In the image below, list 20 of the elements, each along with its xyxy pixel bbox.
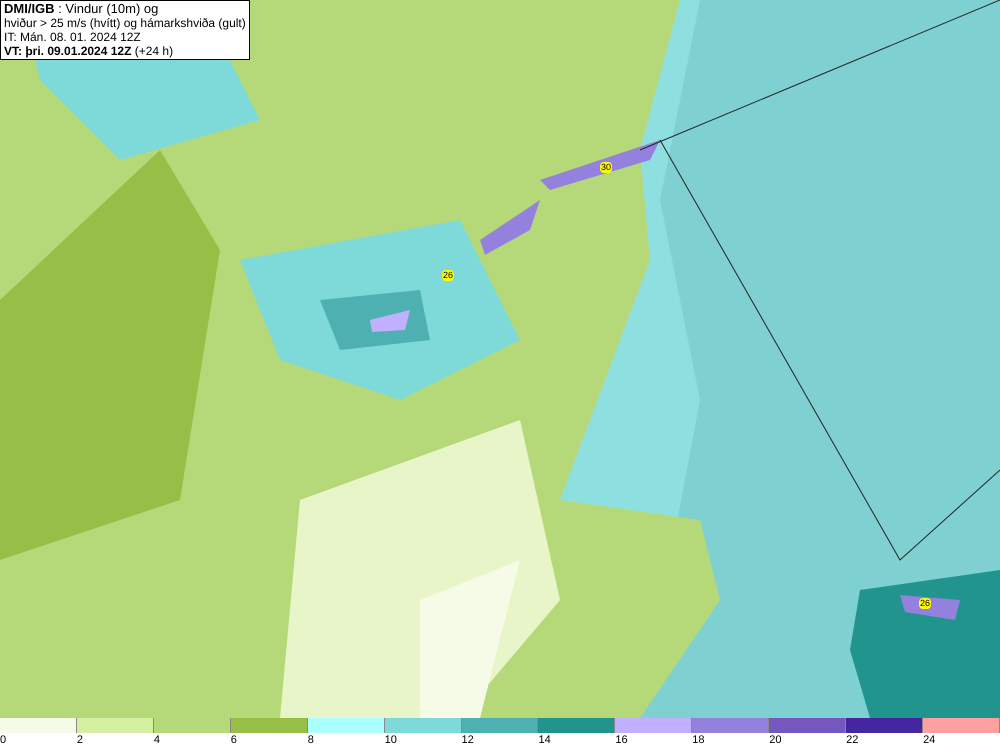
title-line: VT: þri. 09.01.2024 12Z (+24 h) (4, 44, 174, 58)
title-line: IT: Mán. 08. 01. 2024 12Z (4, 30, 142, 44)
legend-tick-label: 0 (0, 733, 6, 747)
title-line: DMI/IGB : Vindur (10m) og (4, 2, 160, 16)
title-line: hviður > 25 m/s (hvítt) og hámarkshviða (gult) (4, 16, 246, 30)
legend-tick-label: 20 (769, 733, 782, 747)
legend-tick-label: 16 (615, 733, 628, 747)
legend-tick-label: 2 (76, 733, 84, 747)
legend-tick-label: 6 (230, 733, 237, 747)
legend-tick-label: 4 (154, 733, 160, 747)
legend-tick-label: 10 (384, 733, 397, 747)
legend-tick-label: 24 (923, 733, 936, 747)
gust-label: 30 (600, 162, 612, 173)
gust-label: 26 (919, 598, 932, 609)
legend-tick-label: 18 (692, 733, 705, 747)
legend-tick-label: 22 (846, 733, 858, 747)
legend-tick-label: 12 (462, 733, 474, 747)
legend-tick-label: 14 (538, 733, 551, 747)
legend-tick-label: 8 (308, 733, 314, 747)
gust-label: 26 (442, 270, 454, 281)
